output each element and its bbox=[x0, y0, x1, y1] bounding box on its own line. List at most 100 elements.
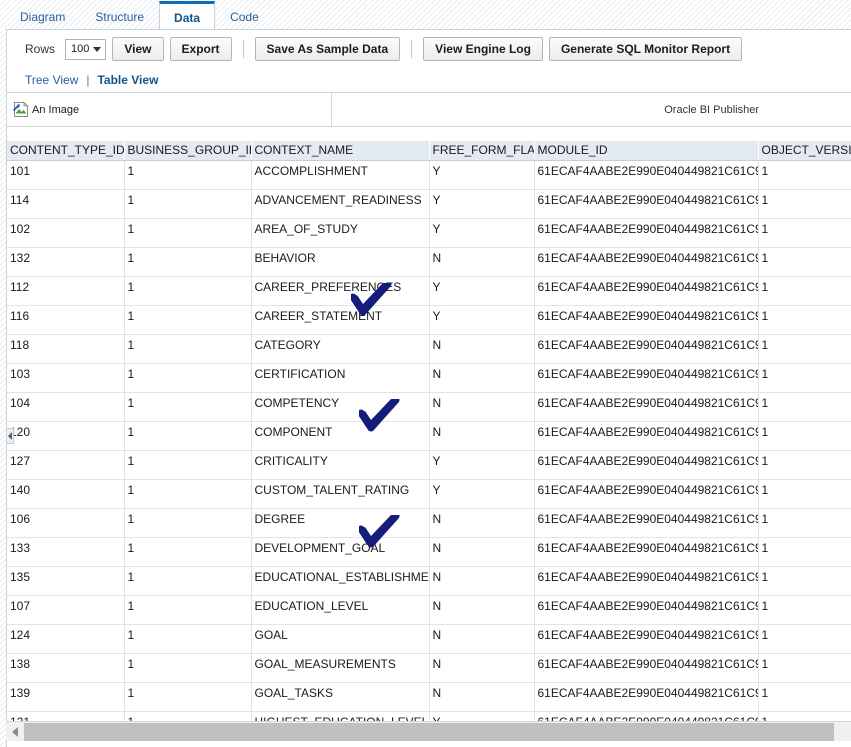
rows-label: Rows bbox=[25, 42, 56, 56]
cell-object-version: 1 bbox=[758, 334, 851, 364]
cell-business-group-id: 1 bbox=[124, 508, 252, 538]
tab-code[interactable]: Code bbox=[215, 2, 274, 30]
cell-free-form-flag: N bbox=[429, 392, 535, 422]
rows-select-value: 100 bbox=[71, 43, 90, 55]
tree-view-link[interactable]: Tree View bbox=[25, 73, 78, 87]
table-row[interactable]: 102 1 AREA_OF_STUDY Y 61ECAF4AABE2E990E04044… bbox=[7, 218, 851, 248]
cell-content-type-id: 116 bbox=[7, 305, 125, 335]
cell-context-name: GOAL_TASKS bbox=[251, 682, 430, 712]
cell-module-id: 61ECAF4AABE2E990E040449821C61C97 bbox=[534, 276, 759, 306]
cell-content-type-id: 118 bbox=[7, 334, 125, 364]
cell-free-form-flag: Y bbox=[429, 305, 535, 335]
scrollbar-thumb[interactable] bbox=[24, 722, 835, 741]
table-row[interactable]: 140 1 CUSTOM_TALENT_RATING Y 61ECAF4AABE2E99… bbox=[7, 479, 851, 509]
cell-module-id: 61ECAF4AABE2E990E040449821C61C97 bbox=[534, 450, 759, 480]
table-row[interactable]: 107 1 EDUCATION_LEVEL N 61ECAF4AABE2E990E040… bbox=[7, 595, 851, 625]
data-grid-body: 101 1 ACCOMPLISHMENT Y 61ECAF4AABE2E990E0404… bbox=[7, 160, 851, 729]
data-grid-scroll-region[interactable]: CONTENT_TYPE_ID BUSINESS_GROUP_ID CONTEX… bbox=[7, 141, 851, 729]
cell-business-group-id: 1 bbox=[124, 682, 252, 712]
column-header-content-type-id[interactable]: CONTENT_TYPE_ID bbox=[7, 141, 125, 161]
cell-object-version: 1 bbox=[758, 566, 851, 596]
table-view-link[interactable]: Table View bbox=[97, 73, 158, 87]
cell-business-group-id: 1 bbox=[124, 421, 252, 451]
export-button[interactable]: Export bbox=[169, 37, 232, 61]
tab-structure[interactable]: Structure bbox=[80, 2, 159, 30]
cell-free-form-flag: N bbox=[429, 595, 535, 625]
column-header-context-name[interactable]: CONTEXT_NAME bbox=[251, 141, 430, 161]
cell-content-type-id: 135 bbox=[7, 566, 125, 596]
cell-object-version: 1 bbox=[758, 450, 851, 480]
table-row[interactable]: 114 1 ADVANCEMENT_READINESS Y 61ECAF4AABE2E9… bbox=[7, 189, 851, 219]
cell-content-type-id: 139 bbox=[7, 682, 125, 712]
report-header-title-cell: Oracle BI Publisher bbox=[332, 93, 851, 126]
cell-free-form-flag: Y bbox=[429, 189, 535, 219]
table-row[interactable]: 106 1 DEGREE N 61ECAF4AABE2E990E040449821C61… bbox=[7, 508, 851, 538]
cell-object-version: 1 bbox=[758, 218, 851, 248]
cell-business-group-id: 1 bbox=[124, 479, 252, 509]
table-row[interactable]: 103 1 CERTIFICATION N 61ECAF4AABE2E990E04044… bbox=[7, 363, 851, 393]
panel-collapse-handle[interactable] bbox=[7, 428, 14, 444]
tab-diagram[interactable]: Diagram bbox=[5, 2, 80, 30]
tab-structure-label: Structure bbox=[95, 9, 145, 24]
cell-context-name: CUSTOM_TALENT_RATING bbox=[251, 479, 430, 509]
table-row[interactable]: 120 1 COMPONENT N 61ECAF4AABE2E990E040449821… bbox=[7, 421, 851, 451]
table-row[interactable]: 132 1 BEHAVIOR N 61ECAF4AABE2E990E040449821C… bbox=[7, 247, 851, 277]
cell-free-form-flag: Y bbox=[429, 479, 535, 509]
table-row[interactable]: 139 1 GOAL_TASKS N 61ECAF4AABE2E990E04044982… bbox=[7, 682, 851, 712]
table-row[interactable]: 112 1 CAREER_PREFERENCES Y 61ECAF4AABE2E990E… bbox=[7, 276, 851, 306]
cell-free-form-flag: N bbox=[429, 247, 535, 277]
table-row[interactable]: 101 1 ACCOMPLISHMENT Y 61ECAF4AABE2E990E0404… bbox=[7, 160, 851, 190]
table-row[interactable]: 104 1 COMPETENCY N 61ECAF4AABE2E990E04044982… bbox=[7, 392, 851, 422]
table-row[interactable]: 127 1 CRITICALITY Y 61ECAF4AABE2E990E0404498… bbox=[7, 450, 851, 480]
cell-module-id: 61ECAF4AABE2E990E040449821C61C97 bbox=[534, 392, 759, 422]
cell-context-name: GOAL_MEASUREMENTS bbox=[251, 653, 430, 683]
cell-object-version: 1 bbox=[758, 653, 851, 683]
column-header-free-form-flag[interactable]: FREE_FORM_FLAG bbox=[429, 141, 535, 161]
table-row[interactable]: 138 1 GOAL_MEASUREMENTS N 61ECAF4AABE2E990E0… bbox=[7, 653, 851, 683]
view-links-separator: | bbox=[86, 73, 90, 87]
cell-business-group-id: 1 bbox=[124, 305, 252, 335]
column-header-object-version[interactable]: OBJECT_VERSION bbox=[758, 141, 851, 161]
cell-free-form-flag: N bbox=[429, 624, 535, 654]
broken-image-icon bbox=[12, 101, 30, 118]
cell-business-group-id: 1 bbox=[124, 363, 252, 393]
cell-module-id: 61ECAF4AABE2E990E040449821C61C97 bbox=[534, 479, 759, 509]
cell-content-type-id: 102 bbox=[7, 218, 125, 248]
table-row[interactable]: 124 1 GOAL N 61ECAF4AABE2E990E040449821C61C9… bbox=[7, 624, 851, 654]
cell-context-name: EDUCATION_LEVEL bbox=[251, 595, 430, 625]
cell-business-group-id: 1 bbox=[124, 160, 252, 190]
rows-select[interactable]: 100 bbox=[65, 38, 107, 60]
view-engine-log-button[interactable]: View Engine Log bbox=[423, 37, 543, 61]
cell-context-name: ACCOMPLISHMENT bbox=[251, 160, 430, 190]
table-row[interactable]: 135 1 EDUCATIONAL_ESTABLISHMENT N 61ECAF4AAB… bbox=[7, 566, 851, 596]
scrollbar-track[interactable] bbox=[24, 722, 851, 741]
horizontal-scrollbar[interactable] bbox=[6, 721, 851, 741]
cell-business-group-id: 1 bbox=[124, 247, 252, 277]
cell-business-group-id: 1 bbox=[124, 450, 252, 480]
tab-data[interactable]: Data bbox=[159, 1, 216, 30]
view-button[interactable]: View bbox=[112, 37, 164, 61]
data-grid: CONTENT_TYPE_ID BUSINESS_GROUP_ID CONTEX… bbox=[7, 141, 851, 729]
cell-content-type-id: 138 bbox=[7, 653, 125, 683]
table-row[interactable]: 116 1 CAREER_STATEMENT Y 61ECAF4AABE2E990E04… bbox=[7, 305, 851, 335]
generate-sql-monitor-report-button[interactable]: Generate SQL Monitor Report bbox=[548, 37, 743, 61]
cell-content-type-id: 101 bbox=[7, 160, 125, 190]
cell-module-id: 61ECAF4AABE2E990E040449821C61C97 bbox=[534, 566, 759, 596]
column-header-module-id[interactable]: MODULE_ID bbox=[534, 141, 759, 161]
cell-content-type-id: 103 bbox=[7, 363, 125, 393]
cell-object-version: 1 bbox=[758, 421, 851, 451]
scroll-left-button[interactable] bbox=[6, 722, 24, 741]
chevron-down-icon bbox=[93, 46, 102, 52]
cell-free-form-flag: Y bbox=[429, 160, 535, 190]
cell-free-form-flag: N bbox=[429, 682, 535, 712]
table-row[interactable]: 118 1 CATEGORY N 61ECAF4AABE2E990E040449821C… bbox=[7, 334, 851, 364]
column-header-business-group-id[interactable]: BUSINESS_GROUP_ID bbox=[124, 141, 252, 161]
cell-module-id: 61ECAF4AABE2E990E040449821C61C97 bbox=[534, 247, 759, 277]
save-as-sample-data-button[interactable]: Save As Sample Data bbox=[254, 37, 401, 61]
cell-module-id: 61ECAF4AABE2E990E040449821C61C97 bbox=[534, 305, 759, 335]
cell-content-type-id: 107 bbox=[7, 595, 125, 625]
table-row[interactable]: 133 1 DEVELOPMENT_GOAL N 61ECAF4AABE2E990E04… bbox=[7, 537, 851, 567]
cell-content-type-id: 114 bbox=[7, 189, 125, 219]
cell-business-group-id: 1 bbox=[124, 189, 252, 219]
cell-business-group-id: 1 bbox=[124, 218, 252, 248]
